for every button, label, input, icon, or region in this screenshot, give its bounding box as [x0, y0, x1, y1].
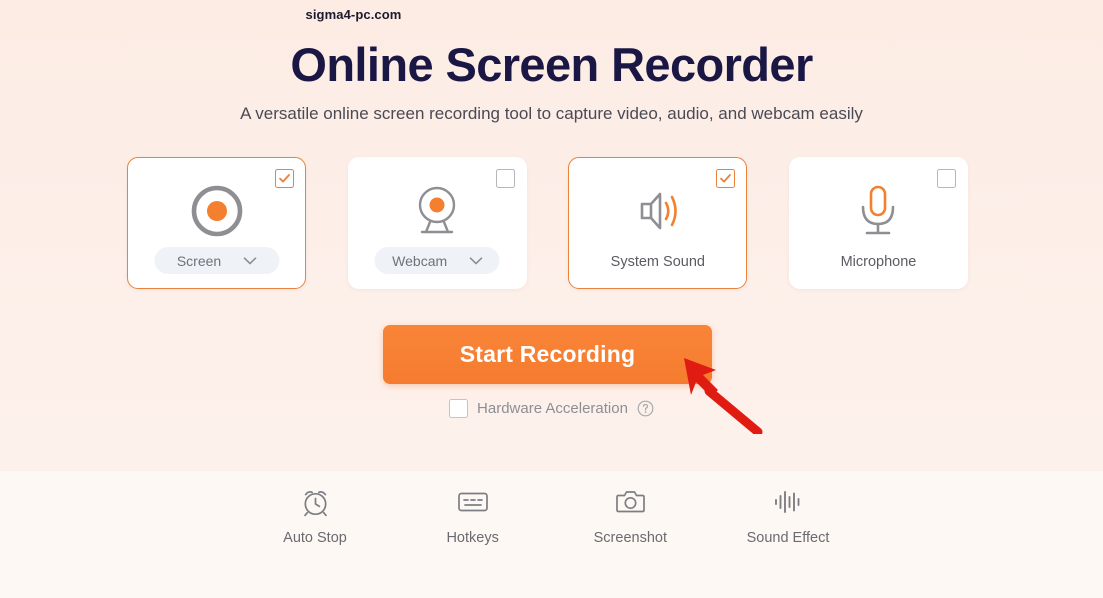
chevron-down-icon [243, 256, 256, 264]
alarm-clock-icon [300, 485, 331, 519]
microphone-icon [790, 182, 967, 240]
recording-source-cards: Screen Webcam System Sound Microphone [127, 157, 968, 289]
tool-hotkeys[interactable]: Hotkeys [403, 485, 543, 546]
source-label-system-sound: System Sound [610, 254, 705, 270]
tool-screenshot[interactable]: Screenshot [560, 485, 700, 546]
page-title: Online Screen Recorder [290, 38, 813, 91]
speaker-icon [569, 182, 746, 240]
source-dropdown-webcam[interactable]: Webcam [374, 247, 500, 274]
hero-section: Online Screen Recorder A versatile onlin… [0, 36, 1103, 124]
webcam-icon [349, 182, 526, 240]
tool-sound-effect[interactable]: Sound Effect [718, 485, 858, 546]
start-recording-button[interactable]: Start Recording [383, 325, 712, 384]
tool-label-hotkeys: Hotkeys [446, 530, 499, 546]
record-circle-icon [128, 182, 305, 240]
source-card-screen[interactable]: Screen [127, 157, 306, 289]
hardware-acceleration-checkbox[interactable] [449, 399, 469, 418]
source-card-microphone[interactable]: Microphone [788, 157, 968, 289]
tool-auto-stop[interactable]: Auto Stop [245, 485, 385, 546]
camera-icon [615, 485, 646, 519]
hardware-acceleration-label: Hardware Acceleration [477, 400, 628, 417]
tool-label-sound-effect: Sound Effect [746, 530, 830, 546]
source-dropdown-screen-value: Screen [176, 252, 222, 269]
page-subtitle: A versatile online screen recording tool… [240, 104, 863, 123]
waveform-icon [773, 485, 803, 519]
tools-row: Auto Stop Hotkeys Screenshot Sound Effec… [245, 485, 858, 546]
source-dropdown-webcam-value: Webcam [392, 252, 448, 269]
source-label-microphone: Microphone [840, 254, 917, 270]
site-watermark: sigma4-pc.com [305, 7, 402, 22]
hardware-acceleration-row: Hardware Acceleration [0, 399, 1103, 418]
tool-label-screenshot: Screenshot [593, 530, 667, 546]
online-screen-recorder-page: sigma4-pc.com Online Screen Recorder A v… [0, 0, 1103, 598]
source-card-webcam[interactable]: Webcam [347, 157, 527, 289]
question-mark-circle-icon[interactable] [637, 400, 654, 417]
source-dropdown-screen[interactable]: Screen [154, 247, 279, 274]
chevron-down-icon [469, 256, 482, 264]
keyboard-icon [457, 485, 489, 519]
tool-label-auto-stop: Auto Stop [283, 530, 347, 546]
bottom-tools-panel: Auto Stop Hotkeys Screenshot Sound Effec… [0, 470, 1103, 598]
source-card-system-sound[interactable]: System Sound [568, 157, 748, 289]
